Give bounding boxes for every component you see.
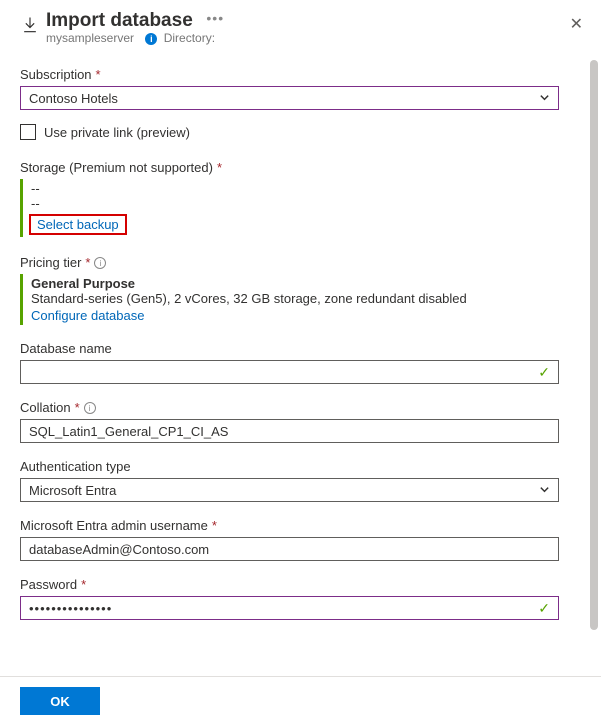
configure-database-link[interactable]: Configure database: [31, 308, 559, 323]
subscription-label: Subscription: [20, 67, 92, 82]
storage-line1: --: [31, 181, 559, 196]
more-icon[interactable]: •••: [206, 10, 224, 26]
scrollbar-thumb[interactable]: [590, 60, 598, 630]
collation-label: Collation: [20, 400, 71, 415]
authtype-value: Microsoft Entra: [29, 483, 116, 498]
pricing-title: General Purpose: [31, 276, 559, 291]
pricing-detail: Standard-series (Gen5), 2 vCores, 32 GB …: [31, 291, 559, 306]
storage-label: Storage (Premium not supported): [20, 160, 213, 175]
admin-value: databaseAdmin@Contoso.com: [29, 542, 209, 557]
subscription-select[interactable]: Contoso Hotels: [20, 86, 559, 110]
collation-value: SQL_Latin1_General_CP1_CI_AS: [29, 424, 228, 439]
password-label: Password: [20, 577, 77, 592]
admin-label: Microsoft Entra admin username: [20, 518, 208, 533]
private-link-label: Use private link (preview): [44, 125, 190, 140]
password-value: •••••••••••••••: [29, 601, 112, 616]
check-icon: ✓: [538, 600, 550, 617]
pricing-label: Pricing tier: [20, 255, 81, 270]
password-input[interactable]: ••••••••••••••• ✓: [20, 596, 559, 620]
dbname-input[interactable]: ✓: [20, 360, 559, 384]
info-tooltip-icon[interactable]: i: [94, 257, 106, 269]
close-icon[interactable]: ✕: [566, 10, 587, 38]
subscription-value: Contoso Hotels: [29, 91, 118, 106]
chevron-down-icon: [539, 91, 550, 106]
info-tooltip-icon[interactable]: i: [84, 402, 96, 414]
page-title: Import database: [46, 10, 193, 32]
chevron-down-icon: [539, 483, 550, 498]
dbname-label: Database name: [20, 341, 112, 356]
authtype-label: Authentication type: [20, 459, 131, 474]
collation-input[interactable]: SQL_Latin1_General_CP1_CI_AS: [20, 419, 559, 443]
select-backup-link[interactable]: Select backup: [37, 217, 119, 232]
authtype-select[interactable]: Microsoft Entra: [20, 478, 559, 502]
select-backup-highlight: Select backup: [29, 214, 127, 235]
pricing-block: General Purpose Standard-series (Gen5), …: [20, 274, 559, 325]
storage-line2: --: [31, 196, 559, 211]
directory-label: Directory:: [164, 31, 215, 45]
import-icon: [20, 10, 46, 39]
check-icon: ✓: [538, 364, 550, 381]
storage-block: -- -- Select backup: [20, 179, 559, 237]
admin-input[interactable]: databaseAdmin@Contoso.com: [20, 537, 559, 561]
private-link-checkbox[interactable]: [20, 124, 36, 140]
server-name: mysampleserver: [46, 31, 134, 45]
ok-button[interactable]: OK: [20, 687, 100, 715]
info-icon: i: [145, 33, 157, 45]
